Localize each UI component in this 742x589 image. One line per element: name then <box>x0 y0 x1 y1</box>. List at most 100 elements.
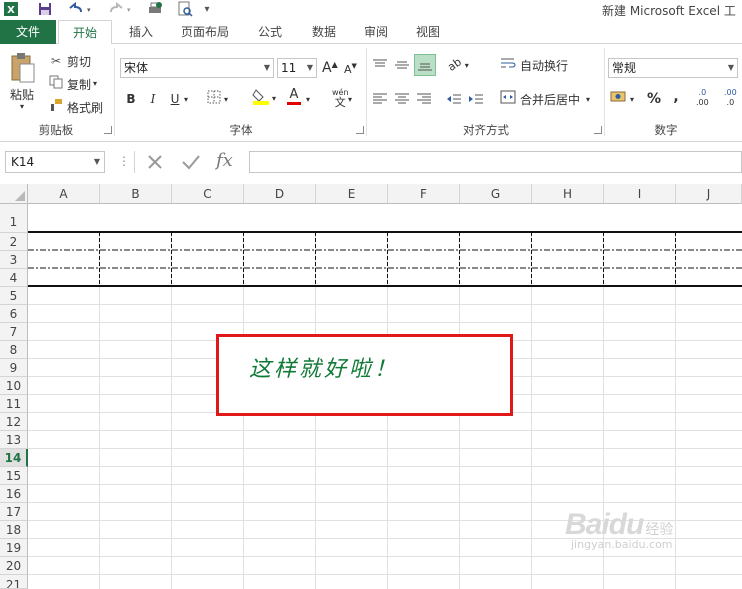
enter-check-icon[interactable] <box>180 152 202 172</box>
bold-button[interactable]: B <box>124 90 138 108</box>
row-header[interactable]: 4 <box>0 269 28 287</box>
cut-label: 剪切 <box>67 54 92 69</box>
font-name-combo[interactable]: 宋体 ▼ <box>120 58 274 78</box>
row-header[interactable]: 10 <box>0 377 28 395</box>
redo-icon[interactable]: ▾ <box>104 0 134 18</box>
paste-dropdown-icon: ▾ <box>19 102 24 111</box>
paste-button[interactable]: 粘贴 ▾ <box>6 52 38 112</box>
insert-function-button[interactable]: fx <box>216 150 233 171</box>
format-painter-button[interactable]: 格式刷 <box>48 98 103 116</box>
number-format-combo[interactable]: 常规 ▼ <box>608 58 738 78</box>
font-size-combo[interactable]: 11 ▼ <box>277 58 317 78</box>
row-header[interactable]: 21 <box>0 575 28 589</box>
row-header[interactable]: 1 <box>0 204 28 233</box>
tab-formulas[interactable]: 公式 <box>246 20 294 44</box>
select-all-corner[interactable] <box>0 184 28 204</box>
row-header[interactable]: 6 <box>0 305 28 323</box>
fill-color-button[interactable]: ▾ <box>252 88 276 108</box>
orientation-button[interactable]: ab ▾ <box>445 55 469 74</box>
row-header[interactable]: 7 <box>0 323 28 341</box>
tab-page-layout[interactable]: 页面布局 <box>170 20 240 44</box>
row-header[interactable]: 5 <box>0 287 28 305</box>
column-header-b[interactable]: B <box>100 184 172 204</box>
column-header-f[interactable]: F <box>388 184 460 204</box>
undo-icon[interactable]: ▾ <box>64 0 94 18</box>
column-header-c[interactable]: C <box>172 184 244 204</box>
column-header-a[interactable]: A <box>28 184 100 204</box>
column-header-e[interactable]: E <box>316 184 388 204</box>
tab-view[interactable]: 视图 <box>404 20 452 44</box>
column-header-g[interactable]: G <box>460 184 532 204</box>
clipboard-launcher-icon[interactable] <box>104 126 112 134</box>
underline-dropdown-icon[interactable]: ▾ <box>184 90 188 108</box>
align-center-icon <box>395 93 409 104</box>
font-color-dropdown-icon[interactable]: ▾ <box>306 90 310 108</box>
row-header[interactable]: 12 <box>0 413 28 431</box>
comma-style-button[interactable]: , <box>670 88 682 106</box>
callout-text: 这样就好啦！ <box>249 357 400 382</box>
row-header[interactable]: 9 <box>0 359 28 377</box>
underline-button[interactable]: U <box>168 90 182 108</box>
save-icon[interactable] <box>36 0 54 18</box>
align-left-button[interactable] <box>372 90 390 108</box>
align-middle-button[interactable] <box>394 56 412 74</box>
column-header-h[interactable]: H <box>532 184 604 204</box>
row-header[interactable]: 2 <box>0 233 28 251</box>
borders-button[interactable]: ▾ <box>206 90 228 108</box>
row-header[interactable]: 13 <box>0 431 28 449</box>
printer-check-icon[interactable] <box>146 0 164 18</box>
align-bottom-button[interactable] <box>414 54 436 76</box>
font-color-button[interactable]: A <box>286 88 302 108</box>
accounting-format-button[interactable]: ▾ <box>610 90 634 108</box>
tab-insert[interactable]: 插入 <box>116 20 166 44</box>
tab-file[interactable]: 文件 <box>0 20 56 44</box>
row-header[interactable]: 15 <box>0 467 28 485</box>
decrease-decimal-button[interactable]: .00 .0 <box>724 88 737 110</box>
tab-home[interactable]: 开始 <box>58 20 112 45</box>
row-header[interactable]: 11 <box>0 395 28 413</box>
font-launcher-icon[interactable] <box>356 126 364 134</box>
excel-window: X ▾ ▾ ▾ 新建 Microsoft Excel 工 文件 开始 插入 页面… <box>0 0 742 589</box>
bordered-range-svg <box>28 231 742 287</box>
decrease-decimal-label: .0 <box>726 98 735 107</box>
grow-font-button[interactable]: A ▲ <box>322 58 338 78</box>
column-header-d[interactable]: D <box>244 184 316 204</box>
print-preview-icon[interactable] <box>176 0 194 18</box>
align-right-button[interactable] <box>416 90 434 108</box>
decrease-indent-button[interactable] <box>446 90 464 108</box>
row-header[interactable]: 8 <box>0 341 28 359</box>
phonetic-dropdown-icon[interactable]: ▾ <box>348 90 352 108</box>
svg-text:▾: ▾ <box>127 6 131 14</box>
column-header-i[interactable]: I <box>604 184 676 204</box>
merge-center-button[interactable]: 合并后居中 ▾ <box>500 90 590 108</box>
italic-button[interactable]: I <box>146 90 160 108</box>
alignment-launcher-icon[interactable] <box>594 126 602 134</box>
row-header[interactable]: 16 <box>0 485 28 503</box>
phonetic-button[interactable]: wén 文 <box>332 88 349 110</box>
percent-style-button[interactable]: % <box>646 90 662 108</box>
row-header-active[interactable]: 14 <box>0 449 28 467</box>
row-header[interactable]: 20 <box>0 557 28 575</box>
shrink-font-button[interactable]: A ▼ <box>344 60 357 78</box>
row-header[interactable]: 19 <box>0 539 28 557</box>
customize-qat-icon[interactable]: ▾ <box>200 0 214 18</box>
cancel-icon[interactable] <box>145 152 165 172</box>
cut-button[interactable]: ✂ 剪切 <box>48 52 91 70</box>
increase-decimal-button[interactable]: .0 .00 <box>696 88 709 110</box>
column-header-j[interactable]: J <box>676 184 742 204</box>
row-header[interactable]: 3 <box>0 251 28 269</box>
chevron-down-icon: ▾ <box>224 94 229 104</box>
align-top-button[interactable] <box>372 56 390 74</box>
row-header[interactable]: 17 <box>0 503 28 521</box>
name-box[interactable]: K14 ▼ <box>5 151 105 173</box>
wrap-text-button[interactable]: 自动换行 <box>500 56 568 74</box>
currency-icon <box>610 90 628 108</box>
row-header[interactable]: 18 <box>0 521 28 539</box>
tab-data[interactable]: 数据 <box>300 20 348 44</box>
tab-review[interactable]: 审阅 <box>352 20 400 44</box>
align-center-button[interactable] <box>394 90 412 108</box>
copy-button[interactable]: 复制 ▾ <box>48 75 97 93</box>
formula-input[interactable] <box>249 151 742 173</box>
increase-indent-button[interactable] <box>468 90 486 108</box>
divider <box>134 151 135 173</box>
